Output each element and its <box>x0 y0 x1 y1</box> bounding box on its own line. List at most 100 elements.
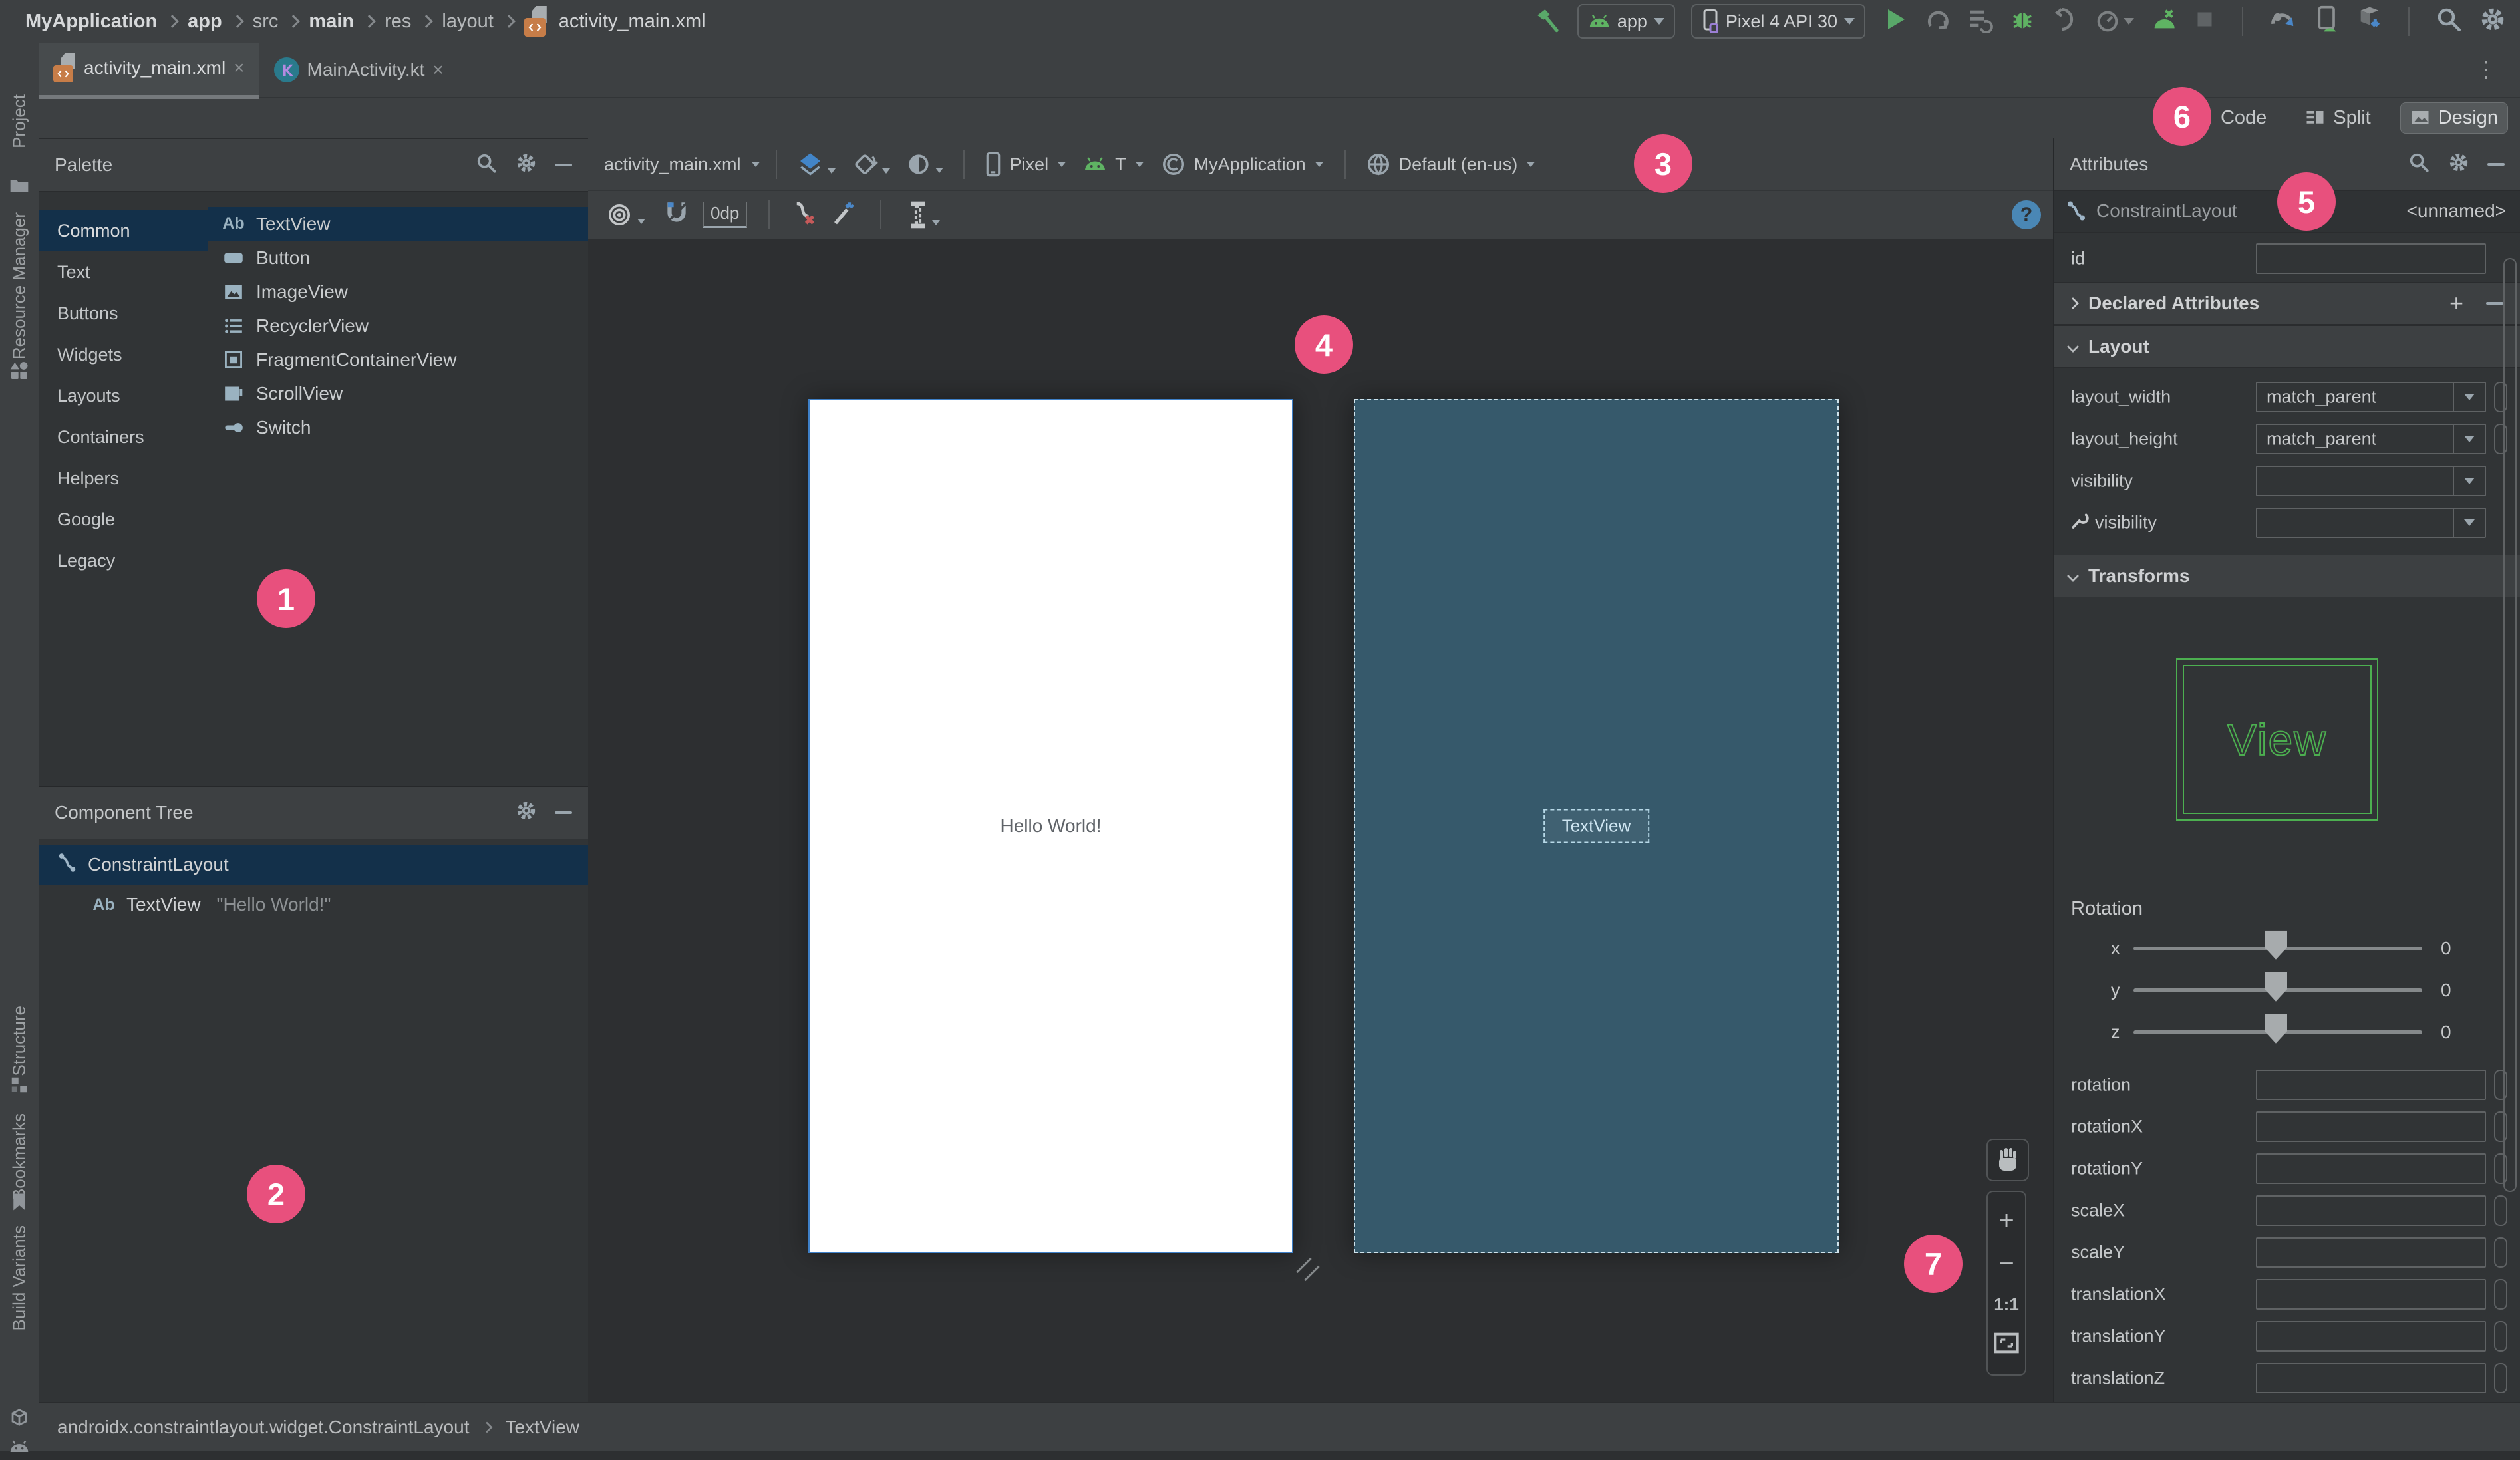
breadcrumb-main[interactable]: main <box>309 11 354 33</box>
status-breadcrumb-root[interactable]: androidx.constraintlayout.widget.Constra… <box>57 1417 469 1438</box>
tools-attribute-pill[interactable] <box>2494 1279 2507 1310</box>
folder-icon[interactable] <box>9 176 30 199</box>
palette-category-google[interactable]: Google <box>39 499 208 540</box>
palette-category-layouts[interactable]: Layouts <box>39 375 208 416</box>
rotationx-input[interactable] <box>2256 1111 2486 1142</box>
tool-button-bookmarks[interactable]: Bookmarks <box>9 1113 30 1200</box>
theme-dropdown[interactable]: MyApplication <box>1156 152 1330 177</box>
surface-layers-icon[interactable] <box>792 151 841 178</box>
search-icon[interactable] <box>2408 151 2430 178</box>
blueprint-textview-box[interactable]: TextView <box>1543 809 1650 843</box>
build-hammer-icon[interactable] <box>1533 5 1561 38</box>
breadcrumb-layout[interactable]: layout <box>442 11 493 33</box>
logcat-android-icon[interactable] <box>9 1438 30 1460</box>
tools-attribute-pill[interactable] <box>2494 1321 2507 1352</box>
add-attribute-button[interactable]: + <box>2449 289 2463 317</box>
visibility-dropdown[interactable] <box>2256 466 2486 496</box>
tree-row-textview[interactable]: Ab TextView "Hello World!" <box>39 885 588 925</box>
gear-icon[interactable] <box>515 152 538 179</box>
translationy-input[interactable] <box>2256 1321 2486 1352</box>
mode-design-button[interactable]: Design <box>2400 102 2508 134</box>
breadcrumb-res[interactable]: res <box>385 11 411 33</box>
design-file-dropdown[interactable]: activity_main.xml <box>604 154 741 175</box>
palette-item-textview[interactable]: Ab TextView <box>208 207 588 241</box>
infer-constraints-wand-icon[interactable] <box>831 199 859 231</box>
breadcrumb-src[interactable]: src <box>253 11 279 33</box>
palette-item-switch[interactable]: Switch <box>208 410 588 444</box>
orientation-icon[interactable] <box>846 151 895 178</box>
blueprint-preview-phone[interactable]: TextView <box>1354 399 1839 1253</box>
zoom-in-button[interactable]: + <box>1998 1207 2014 1234</box>
breadcrumb-project[interactable]: MyApplication <box>25 11 157 33</box>
layout-width-dropdown[interactable]: match_parent <box>2256 382 2486 412</box>
tool-button-build-variants[interactable]: Build Variants <box>9 1225 30 1331</box>
section-declared-attributes[interactable]: Declared Attributes + <box>2054 282 2520 325</box>
structure-icon[interactable] <box>9 1075 29 1099</box>
search-icon[interactable] <box>475 152 498 179</box>
default-margins-button[interactable]: 0dp <box>703 202 748 228</box>
resource-manager-icon[interactable] <box>9 361 30 386</box>
device-manager-icon[interactable] <box>2314 5 2340 38</box>
bookmark-icon[interactable] <box>10 1192 29 1217</box>
view-options-eye-icon[interactable] <box>600 202 651 228</box>
palette-item-button[interactable]: Button <box>208 241 588 275</box>
sdk-manager-icon[interactable] <box>2356 5 2383 38</box>
tool-button-project[interactable]: Project <box>9 94 30 148</box>
pan-hand-button[interactable] <box>1986 1139 2029 1181</box>
tree-row-constraintlayout[interactable]: ConstraintLayout <box>39 845 588 885</box>
tab-activity-main-xml[interactable]: activity_main.xml × <box>39 41 259 99</box>
breadcrumb-app[interactable]: app <box>188 11 222 33</box>
palette-category-widgets[interactable]: Widgets <box>39 334 208 375</box>
mode-split-button[interactable]: Split <box>2296 103 2380 133</box>
scalex-input[interactable] <box>2256 1195 2486 1226</box>
run-configuration-dropdown[interactable]: app <box>1577 4 1675 39</box>
hide-panel-icon[interactable] <box>2487 163 2505 166</box>
status-breadcrumb-child[interactable]: TextView <box>505 1417 579 1438</box>
palette-category-helpers[interactable]: Helpers <box>39 458 208 499</box>
device-for-preview-dropdown[interactable]: Pixel <box>979 152 1073 177</box>
tools-attribute-pill[interactable] <box>2494 1195 2507 1226</box>
palette-item-imageview[interactable]: ImageView <box>208 275 588 309</box>
palette-item-fragmentcontainerview[interactable]: FragmentContainerView <box>208 343 588 376</box>
section-layout[interactable]: Layout <box>2054 325 2520 368</box>
scrollbar[interactable] <box>2503 258 2517 1192</box>
tool-button-resource-manager[interactable]: Resource Manager <box>9 212 30 359</box>
remove-attribute-button[interactable] <box>2486 302 2503 305</box>
zoom-reset-button[interactable]: 1:1 <box>1994 1294 2019 1315</box>
rotation-input[interactable] <box>2256 1070 2486 1100</box>
hello-world-text[interactable]: Hello World! <box>810 815 1292 837</box>
pack-align-icon[interactable] <box>903 200 945 229</box>
layout-height-dropdown[interactable]: match_parent <box>2256 424 2486 454</box>
gear-icon[interactable] <box>515 800 538 827</box>
zoom-to-fit-icon[interactable] <box>1993 1332 2020 1359</box>
sync-gradle-icon[interactable] <box>2269 5 2298 38</box>
slider-thumb[interactable] <box>2265 930 2287 960</box>
night-mode-icon[interactable] <box>901 152 949 177</box>
rerun-icon[interactable] <box>1924 6 1951 37</box>
id-input[interactable] <box>2256 243 2486 274</box>
translationx-input[interactable] <box>2256 1279 2486 1310</box>
run-button[interactable] <box>1881 6 1908 37</box>
translationz-input[interactable] <box>2256 1363 2486 1393</box>
tools-visibility-dropdown[interactable] <box>2256 508 2486 538</box>
build-icon[interactable] <box>9 1407 29 1432</box>
apply-changes-icon[interactable] <box>2052 6 2078 37</box>
slider-thumb[interactable] <box>2265 972 2287 1002</box>
hide-panel-icon[interactable] <box>555 164 572 166</box>
tool-button-structure[interactable]: Structure <box>9 1006 30 1076</box>
autoconnect-magnet-icon[interactable] <box>663 199 691 231</box>
api-version-dropdown[interactable]: T <box>1078 154 1150 175</box>
profiler-icon[interactable] <box>2094 8 2134 35</box>
breadcrumb-file[interactable]: activity_main.xml <box>559 11 706 33</box>
clear-constraints-icon[interactable] <box>791 199 819 231</box>
palette-category-legacy[interactable]: Legacy <box>39 540 208 581</box>
rotationy-input[interactable] <box>2256 1153 2486 1184</box>
zoom-out-button[interactable]: − <box>1998 1250 2014 1277</box>
search-everywhere-icon[interactable] <box>2435 5 2463 38</box>
device-dropdown[interactable]: Pixel 4 API 30 <box>1690 4 1865 39</box>
hide-panel-icon[interactable] <box>555 811 572 814</box>
locale-dropdown[interactable]: Default (en-us) <box>1360 152 1542 177</box>
palette-category-buttons[interactable]: Buttons <box>39 293 208 334</box>
palette-category-text[interactable]: Text <box>39 251 208 293</box>
attach-debugger-icon[interactable] <box>2150 6 2177 37</box>
